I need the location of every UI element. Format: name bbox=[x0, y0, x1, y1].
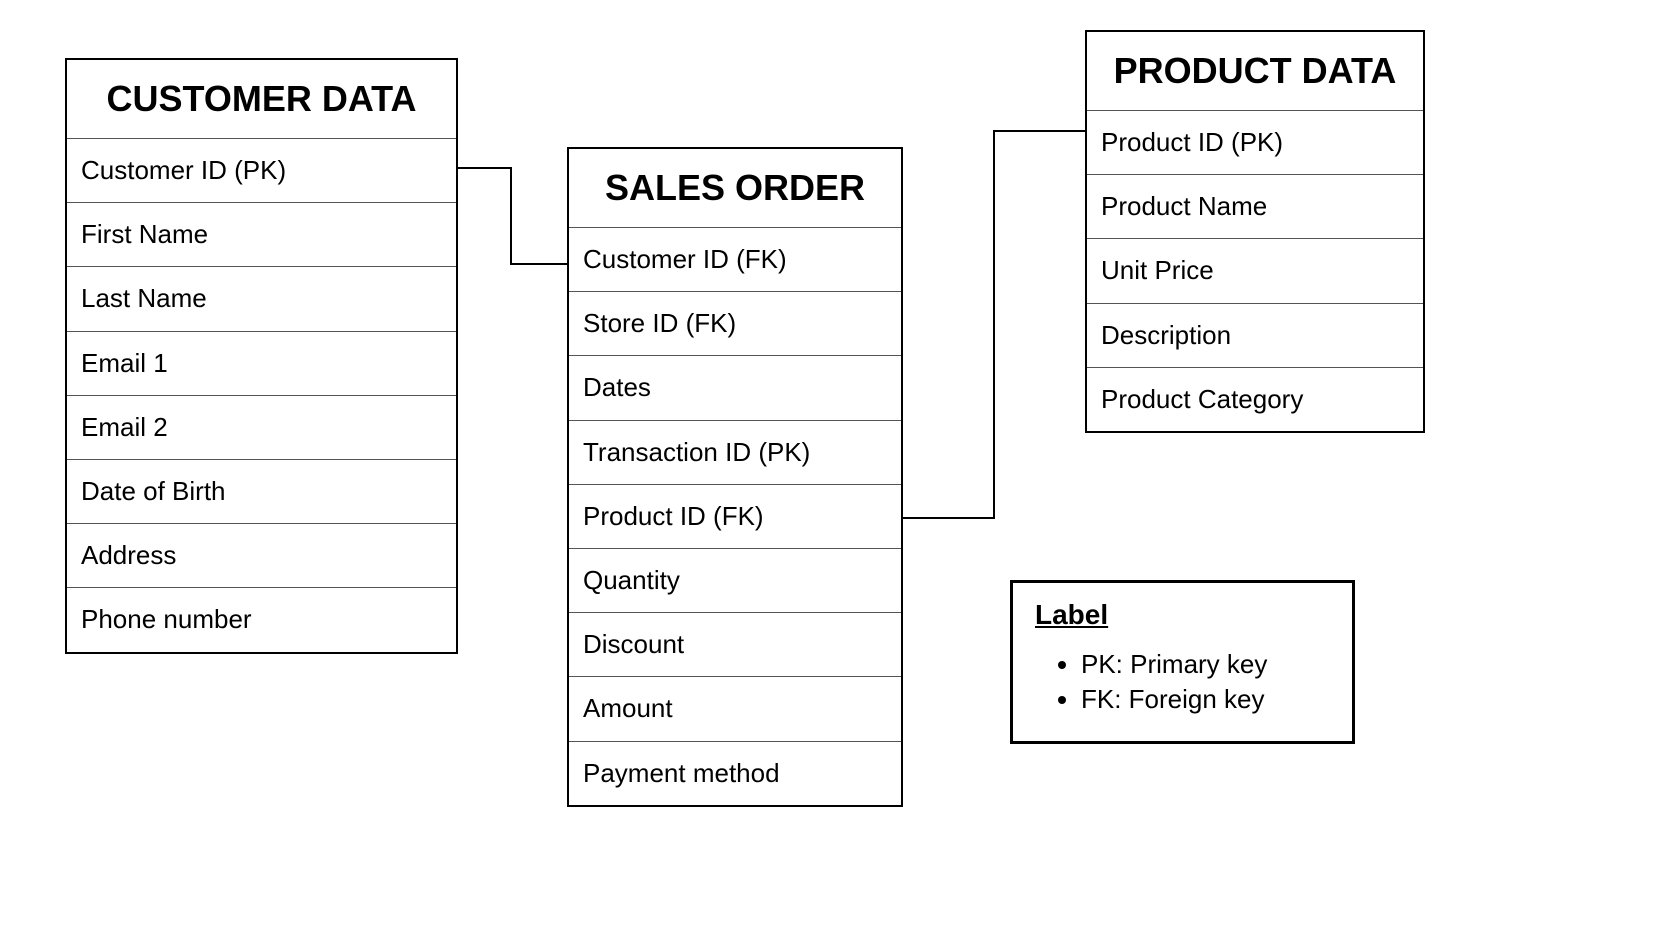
entity-product-field: Product ID (PK) bbox=[1087, 111, 1423, 175]
entity-customer-title: CUSTOMER DATA bbox=[67, 60, 456, 139]
entity-sales-field: Dates bbox=[569, 356, 901, 420]
entity-customer-field: Last Name bbox=[67, 267, 456, 331]
entity-customer-field: Address bbox=[67, 524, 456, 588]
entity-product-title: PRODUCT DATA bbox=[1087, 32, 1423, 111]
entity-sales-field: Discount bbox=[569, 613, 901, 677]
entity-customer-field: Phone number bbox=[67, 588, 456, 651]
entity-customer-field: Email 2 bbox=[67, 396, 456, 460]
entity-customer-field: Date of Birth bbox=[67, 460, 456, 524]
connector-sales-to-product bbox=[903, 517, 995, 519]
entity-sales-field: Product ID (FK) bbox=[569, 485, 901, 549]
entity-customer: CUSTOMER DATA Customer ID (PK) First Nam… bbox=[65, 58, 458, 654]
entity-sales-field: Payment method bbox=[569, 742, 901, 805]
entity-customer-field: Email 1 bbox=[67, 332, 456, 396]
entity-product: PRODUCT DATA Product ID (PK) Product Nam… bbox=[1085, 30, 1425, 433]
entity-sales-field: Amount bbox=[569, 677, 901, 741]
legend-title: Label bbox=[1035, 599, 1330, 631]
entity-sales: SALES ORDER Customer ID (FK) Store ID (F… bbox=[567, 147, 903, 807]
entity-product-field: Unit Price bbox=[1087, 239, 1423, 303]
entity-product-field: Description bbox=[1087, 304, 1423, 368]
entity-sales-field: Customer ID (FK) bbox=[569, 228, 901, 292]
legend-item: FK: Foreign key bbox=[1081, 684, 1330, 715]
connector-sales-to-product bbox=[993, 130, 1085, 132]
legend-item: PK: Primary key bbox=[1081, 649, 1330, 680]
entity-sales-field: Store ID (FK) bbox=[569, 292, 901, 356]
connector-sales-to-product bbox=[993, 130, 995, 519]
connector-customer-to-sales bbox=[458, 167, 512, 169]
entity-product-field: Product Category bbox=[1087, 368, 1423, 431]
entity-customer-field: First Name bbox=[67, 203, 456, 267]
entity-product-field: Product Name bbox=[1087, 175, 1423, 239]
entity-customer-field: Customer ID (PK) bbox=[67, 139, 456, 203]
legend-list: PK: Primary key FK: Foreign key bbox=[1035, 649, 1330, 715]
connector-customer-to-sales bbox=[510, 263, 567, 265]
legend-box: Label PK: Primary key FK: Foreign key bbox=[1010, 580, 1355, 744]
entity-sales-field: Quantity bbox=[569, 549, 901, 613]
connector-customer-to-sales bbox=[510, 167, 512, 265]
entity-sales-field: Transaction ID (PK) bbox=[569, 421, 901, 485]
entity-sales-title: SALES ORDER bbox=[569, 149, 901, 228]
